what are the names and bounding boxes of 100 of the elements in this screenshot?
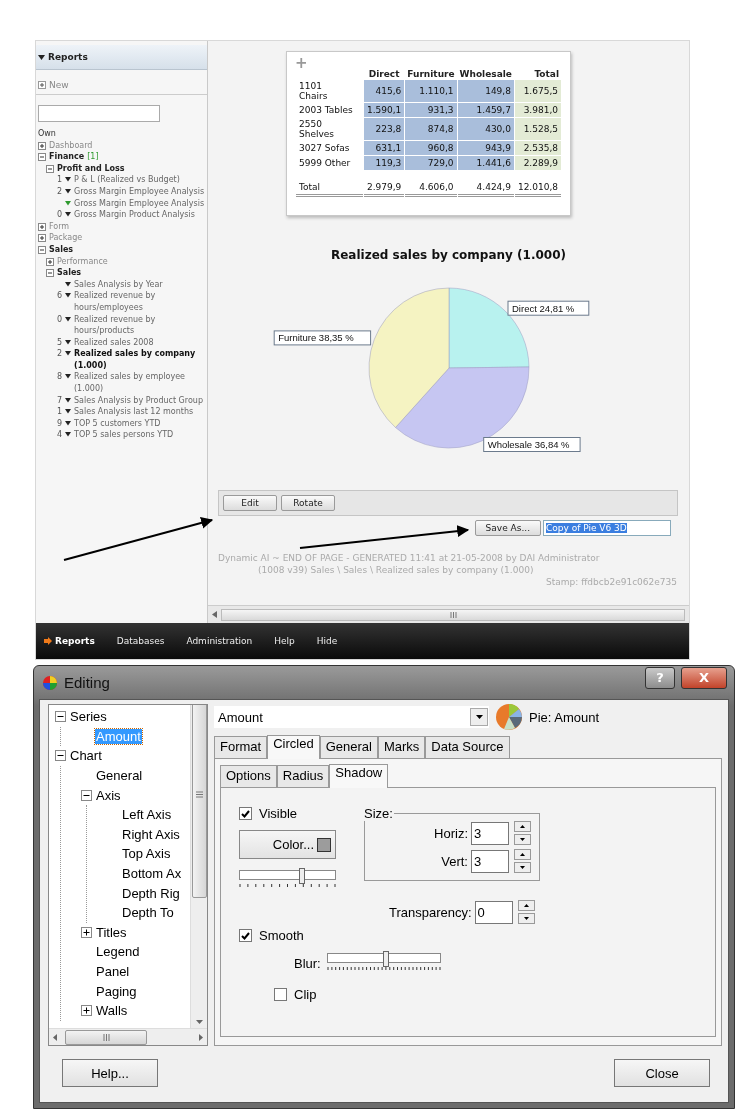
report-link[interactable]: P & L (Realized vs Budget) <box>74 174 180 186</box>
slider-thumb[interactable] <box>383 951 389 967</box>
tree-item[interactable]: Series <box>69 709 108 725</box>
tab[interactable]: Format <box>214 736 268 758</box>
report-count: 2 <box>55 348 62 360</box>
spin-up-button[interactable] <box>514 849 531 860</box>
spin-down-button[interactable] <box>514 862 531 873</box>
plus-box-icon[interactable] <box>46 257 54 266</box>
name-field[interactable]: Copy of Pie V6 3D <box>543 520 671 536</box>
footer-text: (1008 v39) Sales \ Sales \ Realized sales by company (1.000) <box>257 564 535 576</box>
tree-item[interactable]: Left Axis <box>121 807 173 823</box>
plus-box-icon[interactable] <box>38 222 46 231</box>
down-arrow-icon <box>520 866 525 869</box>
color-button[interactable]: Color... <box>239 830 336 859</box>
save-as-button[interactable]: Save As... <box>474 520 541 536</box>
help-button[interactable]: Help... <box>62 1059 158 1087</box>
series-dropdown[interactable]: Amount <box>214 706 489 728</box>
checkbox[interactable] <box>239 929 252 942</box>
tab[interactable]: Circled <box>267 735 320 759</box>
folder-label[interactable]: Sales <box>49 243 74 256</box>
collapse-icon[interactable] <box>55 711 66 723</box>
folder-label[interactable]: Package <box>49 232 83 244</box>
horizontal-scrollbar[interactable] <box>208 605 689 623</box>
tree-item[interactable]: Panel <box>95 964 131 979</box>
report-count: 0 <box>55 313 62 326</box>
report-link[interactable]: Gross Margin Product Analysis <box>74 209 195 221</box>
folder-label[interactable]: Dashboard <box>49 139 93 152</box>
tree-item[interactable]: Bottom Ax <box>121 866 183 882</box>
toolbar-button[interactable]: Rotate <box>281 495 335 511</box>
tree-item[interactable]: Chart <box>69 748 103 764</box>
triangle-icon <box>38 53 45 61</box>
subtab[interactable]: Radius <box>276 765 330 787</box>
tab[interactable]: Marks <box>377 736 426 758</box>
table-cell: 119,3 <box>363 156 405 170</box>
report-link[interactable]: Realized sales by employee (1.000) <box>74 371 207 395</box>
plus-box-icon[interactable] <box>38 141 46 150</box>
report-link[interactable]: Realized sales 2008 <box>74 336 154 349</box>
report-link[interactable]: Gross Margin Employee Analysis <box>74 197 205 210</box>
collapse-icon[interactable] <box>55 750 66 762</box>
folder-label[interactable]: Profit and Loss <box>57 162 125 175</box>
number-field[interactable]: 3 <box>471 849 509 873</box>
subtab[interactable]: Options <box>220 765 277 787</box>
checkbox[interactable] <box>239 807 252 820</box>
tree-item[interactable]: Legend <box>95 944 141 960</box>
nav-link[interactable]: Hide <box>316 636 338 646</box>
spin-down-button[interactable] <box>514 834 531 845</box>
tree-item[interactable]: Depth Rig <box>121 885 181 901</box>
expand-icon[interactable] <box>81 1005 92 1017</box>
report-link[interactable]: TOP 5 sales persons YTD <box>74 429 174 442</box>
tree-item[interactable]: Paging <box>95 983 138 999</box>
nav-link[interactable]: Databases <box>116 636 165 646</box>
tree-item[interactable]: Right Axis <box>121 826 181 842</box>
new-link[interactable]: New <box>49 80 69 90</box>
spin-up-button[interactable] <box>517 900 535 911</box>
expand-icon[interactable] <box>81 926 92 938</box>
folder-label[interactable]: Finance <box>49 151 85 163</box>
tree-item[interactable]: Titles <box>95 924 128 940</box>
minus-box-icon[interactable] <box>38 245 46 254</box>
row-header: 2550 Shelves <box>298 118 335 140</box>
tree-item[interactable]: Walls <box>95 1003 129 1019</box>
folder-label[interactable]: Performance <box>57 255 108 268</box>
nav-link[interactable]: Help <box>274 636 295 646</box>
minus-box-icon[interactable] <box>38 153 46 162</box>
column-header: Direct <box>367 69 401 79</box>
spin-down-button[interactable] <box>517 913 535 924</box>
search-field[interactable] <box>38 105 160 122</box>
folder-label[interactable]: Form <box>49 220 70 233</box>
nav-link[interactable]: Reports <box>55 636 95 646</box>
minus-box-icon[interactable] <box>46 269 54 278</box>
report-link[interactable]: Sales Analysis last 12 months <box>74 406 194 418</box>
spin-up-button[interactable] <box>514 821 531 832</box>
number-field[interactable]: 0 <box>474 900 513 924</box>
tab[interactable]: Data Source <box>425 736 510 758</box>
report-link[interactable]: Sales Analysis by Product Group <box>74 394 203 407</box>
tree-item[interactable]: Axis <box>95 787 122 803</box>
subtab[interactable]: Shadow <box>329 764 389 788</box>
nav-link[interactable]: Administration <box>186 636 253 646</box>
collapse-icon[interactable] <box>81 789 92 801</box>
tree-item[interactable]: General <box>95 768 144 784</box>
close-button[interactable]: Close <box>614 1059 710 1087</box>
plus-box-icon[interactable] <box>38 234 46 243</box>
data-label: Furniture 38,35 % <box>273 330 371 346</box>
horizontal-scrollbar[interactable] <box>49 1028 207 1045</box>
slider-thumb[interactable] <box>299 868 306 884</box>
tree-item[interactable]: Top Axis <box>121 846 172 862</box>
report-link[interactable]: TOP 5 customers YTD <box>74 417 161 430</box>
report-link[interactable]: Sales Analysis by Year <box>74 278 163 291</box>
report-link[interactable]: Realized revenue by hours/employees <box>74 290 207 314</box>
report-link[interactable]: Realized sales by company (1.000) <box>74 348 207 372</box>
report-link[interactable]: Gross Margin Employee Analysis <box>74 185 205 198</box>
data-label: 36,84 % <box>531 439 570 450</box>
tree-item[interactable]: Depth To <box>121 905 175 921</box>
checkbox[interactable] <box>274 988 287 1001</box>
tab[interactable]: General <box>319 736 378 758</box>
toolbar-button[interactable]: Edit <box>223 495 277 511</box>
folder-label[interactable]: Sales <box>57 267 82 279</box>
minus-box-icon[interactable] <box>46 164 54 173</box>
report-link[interactable]: Realized revenue by hours/products <box>74 313 207 337</box>
vertical-scrollbar[interactable] <box>190 705 207 1028</box>
number-field[interactable]: 3 <box>471 821 509 845</box>
